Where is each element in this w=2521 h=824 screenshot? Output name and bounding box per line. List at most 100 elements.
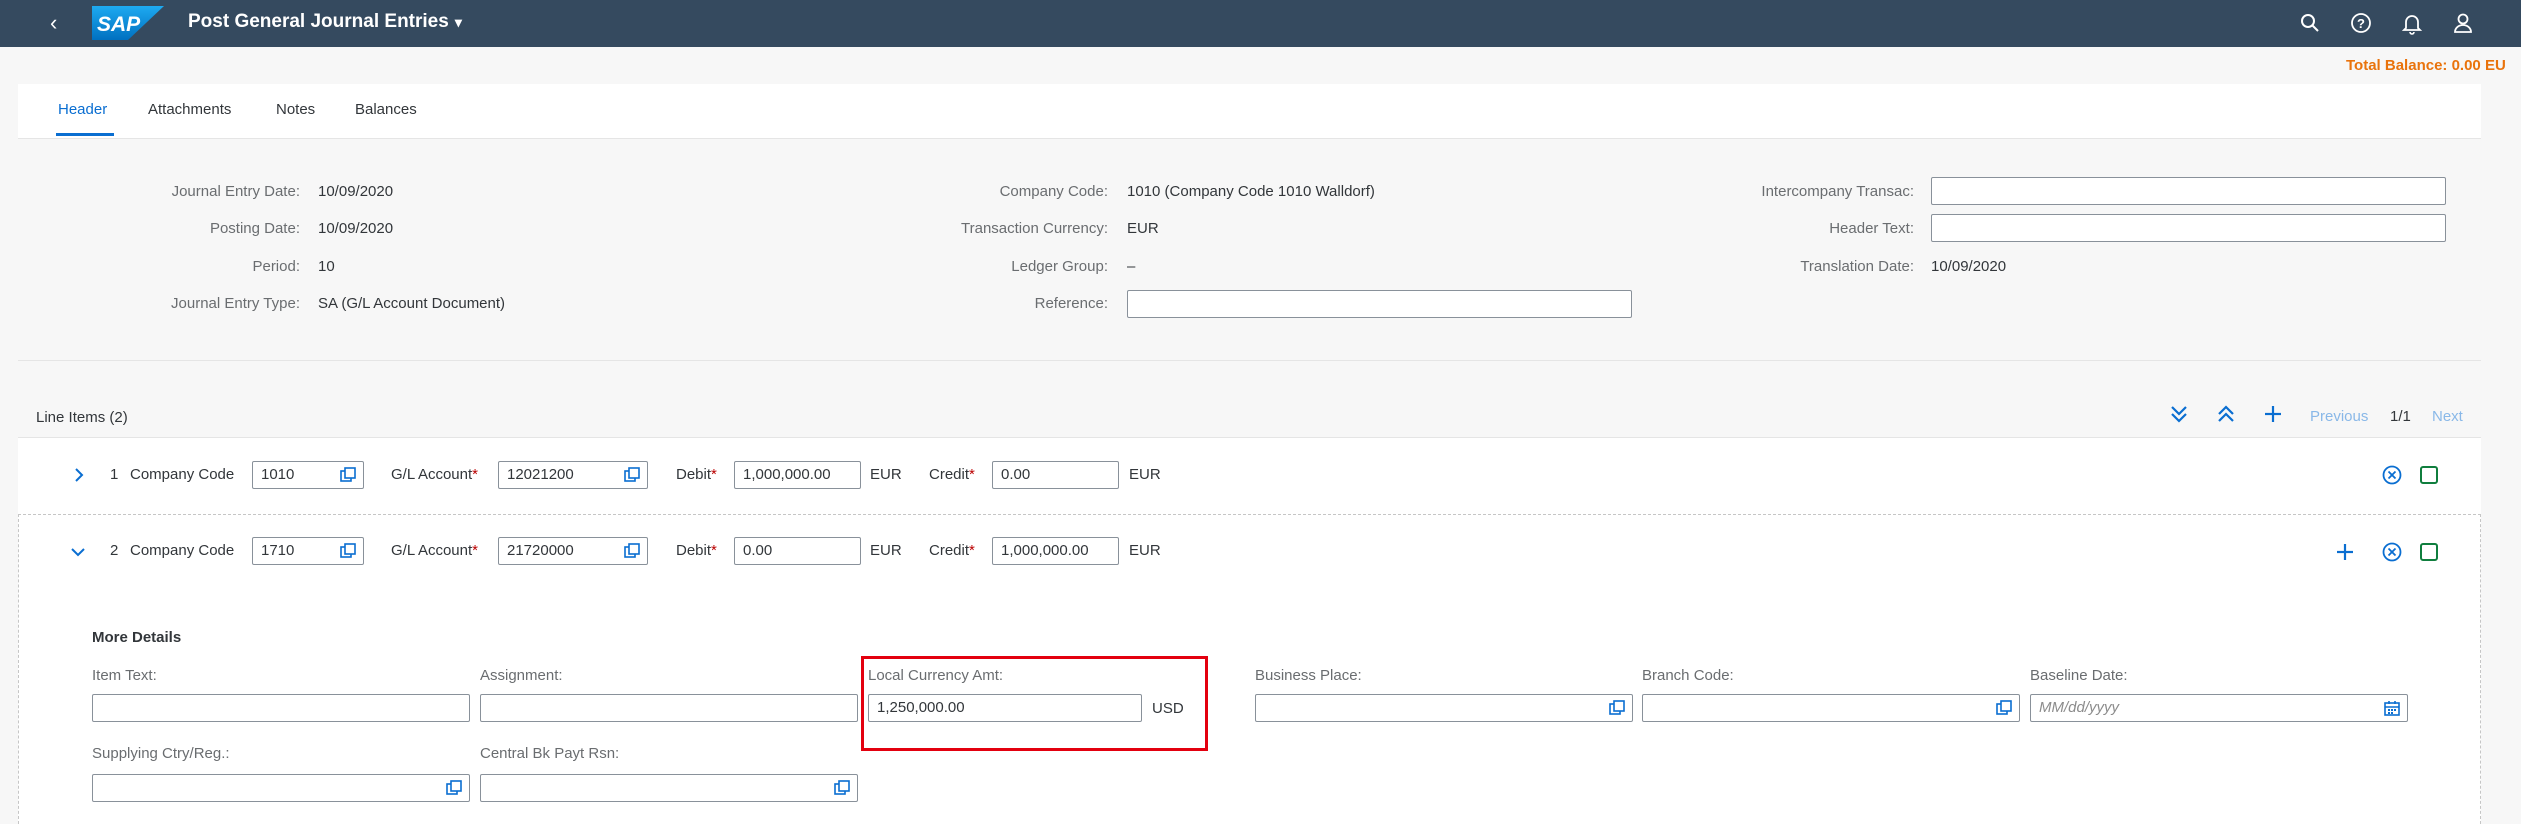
ledger-group-value: –	[1127, 258, 1136, 275]
item-text-label: Item Text:	[92, 667, 157, 684]
header-text-label: Header Text:	[1829, 220, 1914, 237]
header-text-input[interactable]	[1931, 214, 2446, 242]
search-icon[interactable]	[2297, 10, 2323, 36]
delete-icon[interactable]	[2380, 540, 2404, 564]
intercompany-label: Intercompany Transac:	[1761, 183, 1914, 200]
baseline-date-placeholder: MM/dd/yyyy	[2039, 699, 2120, 716]
tab-divider	[18, 138, 2481, 139]
credit-input[interactable]: 0.00	[992, 461, 1119, 489]
period-label: Period:	[252, 258, 300, 275]
journal-entry-date-value: 10/09/2020	[318, 183, 394, 200]
svg-text:?: ?	[2357, 16, 2365, 31]
transaction-currency-label: Transaction Currency:	[961, 220, 1108, 237]
gl-account-label: G/L Account*	[391, 466, 478, 483]
tab-attachments[interactable]: Attachments	[148, 101, 231, 118]
baseline-date-input[interactable]: MM/dd/yyyy	[2030, 694, 2408, 722]
company-code-value: 1010 (Company Code 1010 Walldorf)	[1127, 183, 1375, 200]
company-code-label: Company Code	[130, 542, 235, 559]
back-button[interactable]: ‹	[50, 10, 57, 36]
credit-label: Credit*	[929, 466, 975, 483]
collapse-all-icon[interactable]	[2212, 400, 2240, 428]
help-icon[interactable]: ?	[2348, 10, 2374, 36]
central-bank-label: Central Bk Payt Rsn:	[480, 745, 620, 762]
value-help-icon[interactable]	[339, 542, 357, 560]
credit-label-text: Credit	[929, 466, 970, 483]
ledger-group-label: Ledger Group:	[1011, 258, 1108, 275]
expand-all-icon[interactable]	[2165, 400, 2193, 428]
line-items-title: Line Items (2)	[36, 409, 128, 426]
app-title[interactable]: Post General Journal Entries ▾	[188, 11, 462, 33]
required-marker: *	[969, 542, 975, 559]
required-marker: *	[969, 466, 975, 483]
company-code-input[interactable]: 1710	[252, 537, 364, 565]
posting-date-value: 10/09/2020	[318, 220, 394, 237]
add-icon[interactable]	[2259, 400, 2287, 428]
line-item-number: 2	[110, 542, 119, 559]
credit-input[interactable]: 1,000,000.00	[992, 537, 1119, 565]
debit-label-text: Debit	[676, 466, 712, 483]
gl-account-input[interactable]: 12021200	[498, 461, 648, 489]
add-icon[interactable]	[2332, 539, 2358, 565]
debit-label: Debit*	[676, 466, 717, 483]
required-marker: *	[472, 542, 479, 559]
shell-bar: ‹ SAP Post General Journal Entries ▾ ?	[0, 0, 2521, 47]
supplying-ctry-input[interactable]	[92, 774, 470, 802]
checkbox-icon[interactable]	[2418, 541, 2440, 563]
supplying-ctry-label: Supplying Ctry/Reg.:	[92, 745, 230, 762]
line-item-number: 1	[110, 466, 119, 483]
next-link[interactable]: Next	[2432, 408, 2463, 425]
more-details-title: More Details	[92, 629, 182, 646]
debit-input[interactable]: 1,000,000.00	[734, 461, 861, 489]
company-code-input[interactable]: 1010	[252, 461, 364, 489]
value-help-icon[interactable]	[1995, 699, 2013, 717]
value-help-icon[interactable]	[833, 779, 851, 797]
reference-input[interactable]	[1127, 290, 1632, 318]
previous-link[interactable]: Previous	[2310, 408, 2368, 425]
assignment-label: Assignment:	[480, 667, 563, 684]
total-balance: Total Balance: 0.00 EU	[2346, 57, 2506, 74]
central-bank-input[interactable]	[480, 774, 858, 802]
reference-label: Reference:	[1034, 295, 1108, 312]
assignment-input[interactable]	[480, 694, 858, 722]
value-help-icon[interactable]	[339, 466, 357, 484]
chevron-down-icon[interactable]	[68, 542, 88, 562]
chevron-right-icon[interactable]	[69, 465, 89, 485]
value-help-icon[interactable]	[623, 542, 641, 560]
local-currency-label: Local Currency Amt:	[868, 667, 1004, 684]
tab-notes[interactable]: Notes	[276, 101, 315, 118]
tab-selected-indicator	[56, 133, 114, 136]
branch-code-input[interactable]	[1642, 694, 2020, 722]
notifications-icon[interactable]	[2399, 10, 2425, 36]
checkbox-icon[interactable]	[2418, 464, 2440, 486]
debit-input[interactable]: 0.00	[734, 537, 861, 565]
gl-account-value: 21720000	[507, 542, 574, 559]
gl-account-label: G/L Account*	[391, 542, 478, 559]
delete-icon[interactable]	[2380, 463, 2404, 487]
tab-balances[interactable]: Balances	[355, 101, 417, 118]
user-icon[interactable]	[2450, 10, 2476, 36]
gl-account-label-text: G/L Account	[391, 542, 473, 559]
journal-entry-type-value: SA (G/L Account Document)	[318, 295, 506, 312]
business-place-label: Business Place:	[1255, 667, 1362, 684]
gl-account-input[interactable]: 21720000	[498, 537, 648, 565]
business-place-input[interactable]	[1255, 694, 1633, 722]
local-currency-input[interactable]: 1,250,000.00	[868, 694, 1142, 722]
intercompany-input[interactable]	[1931, 177, 2446, 205]
item-text-input[interactable]	[92, 694, 470, 722]
value-help-icon[interactable]	[445, 779, 463, 797]
logo-text: SAP	[97, 13, 141, 36]
value-help-icon[interactable]	[1608, 699, 1626, 717]
tab-header[interactable]: Header	[58, 101, 107, 118]
period-value: 10	[318, 258, 335, 275]
calendar-icon[interactable]	[2383, 699, 2401, 717]
company-code-label: Company Code:	[999, 183, 1108, 200]
journal-entry-type-label: Journal Entry Type:	[171, 295, 300, 312]
branch-code-label: Branch Code:	[1642, 667, 1734, 684]
debit-label-text: Debit	[676, 542, 712, 559]
value-help-icon[interactable]	[623, 466, 641, 484]
gl-account-label-text: G/L Account	[391, 466, 473, 483]
page-indicator: 1/1	[2390, 408, 2411, 425]
sap-logo[interactable]: SAP	[92, 6, 164, 40]
debit-currency: EUR	[870, 466, 902, 483]
debit-label: Debit*	[676, 542, 717, 559]
